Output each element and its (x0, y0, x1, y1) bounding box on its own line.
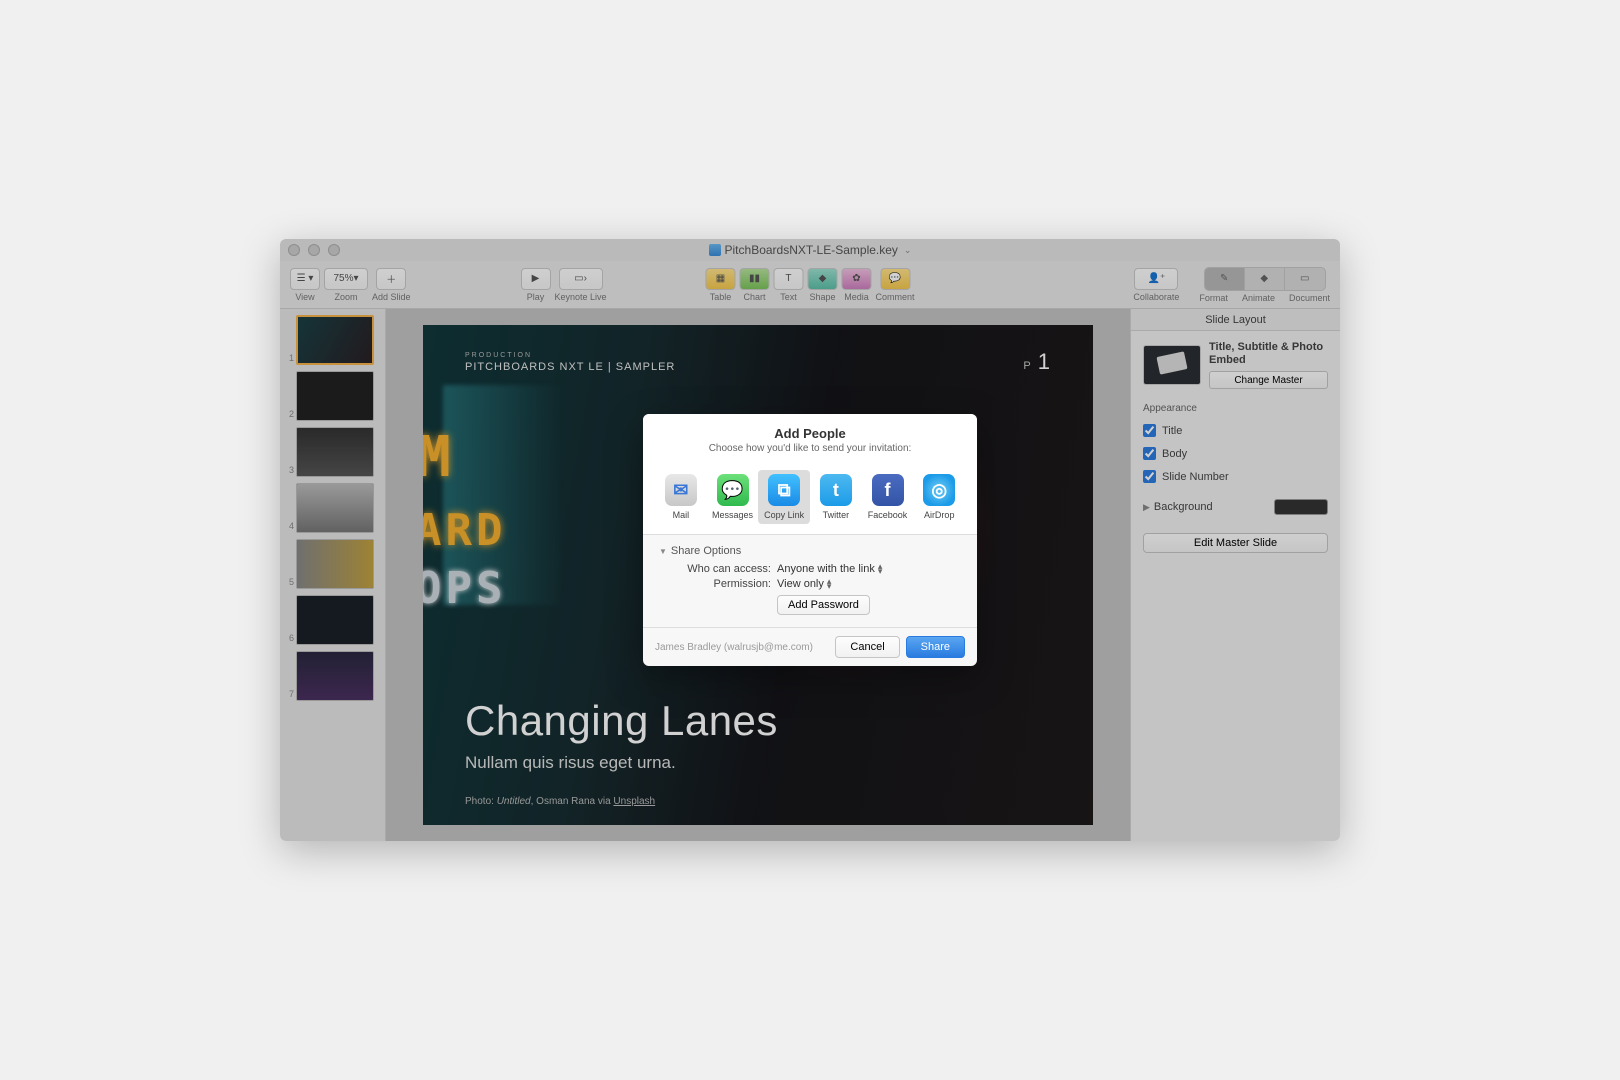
share-twitter[interactable]: tTwitter (810, 470, 862, 524)
twitter-icon: t (820, 474, 852, 506)
app-window: PitchBoardsNXT-LE-Sample.key ⌄ ☰ ▾ View … (280, 239, 1340, 841)
share-options-row: ✉︎Mail 💬Messages ⧉Copy Link tTwitter fFa… (643, 464, 977, 535)
access-select[interactable]: Anyone with the link▴▾ (777, 563, 882, 575)
permission-select[interactable]: View only▴▾ (777, 578, 831, 590)
share-mail[interactable]: ✉︎Mail (655, 470, 707, 524)
facebook-icon: f (872, 474, 904, 506)
dialog-user: James Bradley (walrusjb@me.com) (655, 642, 829, 653)
share-options-disclosure[interactable]: Share Options (659, 545, 961, 557)
mail-icon: ✉︎ (665, 474, 697, 506)
dialog-subtitle: Choose how you'd like to send your invit… (659, 443, 961, 454)
cancel-button[interactable]: Cancel (835, 636, 899, 658)
access-label: Who can access: (677, 563, 771, 575)
share-facebook[interactable]: fFacebook (862, 470, 914, 524)
share-messages[interactable]: 💬Messages (707, 470, 759, 524)
share-airdrop[interactable]: ◎AirDrop (913, 470, 965, 524)
share-copy-link[interactable]: ⧉Copy Link (758, 470, 810, 524)
share-button[interactable]: Share (906, 636, 965, 658)
dialog-header: Add People Choose how you'd like to send… (643, 414, 977, 464)
airdrop-icon: ◎ (923, 474, 955, 506)
add-people-dialog: Add People Choose how you'd like to send… (643, 414, 977, 666)
add-password-button[interactable]: Add Password (777, 595, 870, 615)
messages-icon: 💬 (717, 474, 749, 506)
permission-label: Permission: (677, 578, 771, 590)
dialog-title: Add People (659, 426, 961, 441)
dialog-footer: James Bradley (walrusjb@me.com) Cancel S… (643, 627, 977, 666)
copy-link-icon: ⧉ (768, 474, 800, 506)
dialog-body: Share Options Who can access: Anyone wit… (643, 535, 977, 627)
